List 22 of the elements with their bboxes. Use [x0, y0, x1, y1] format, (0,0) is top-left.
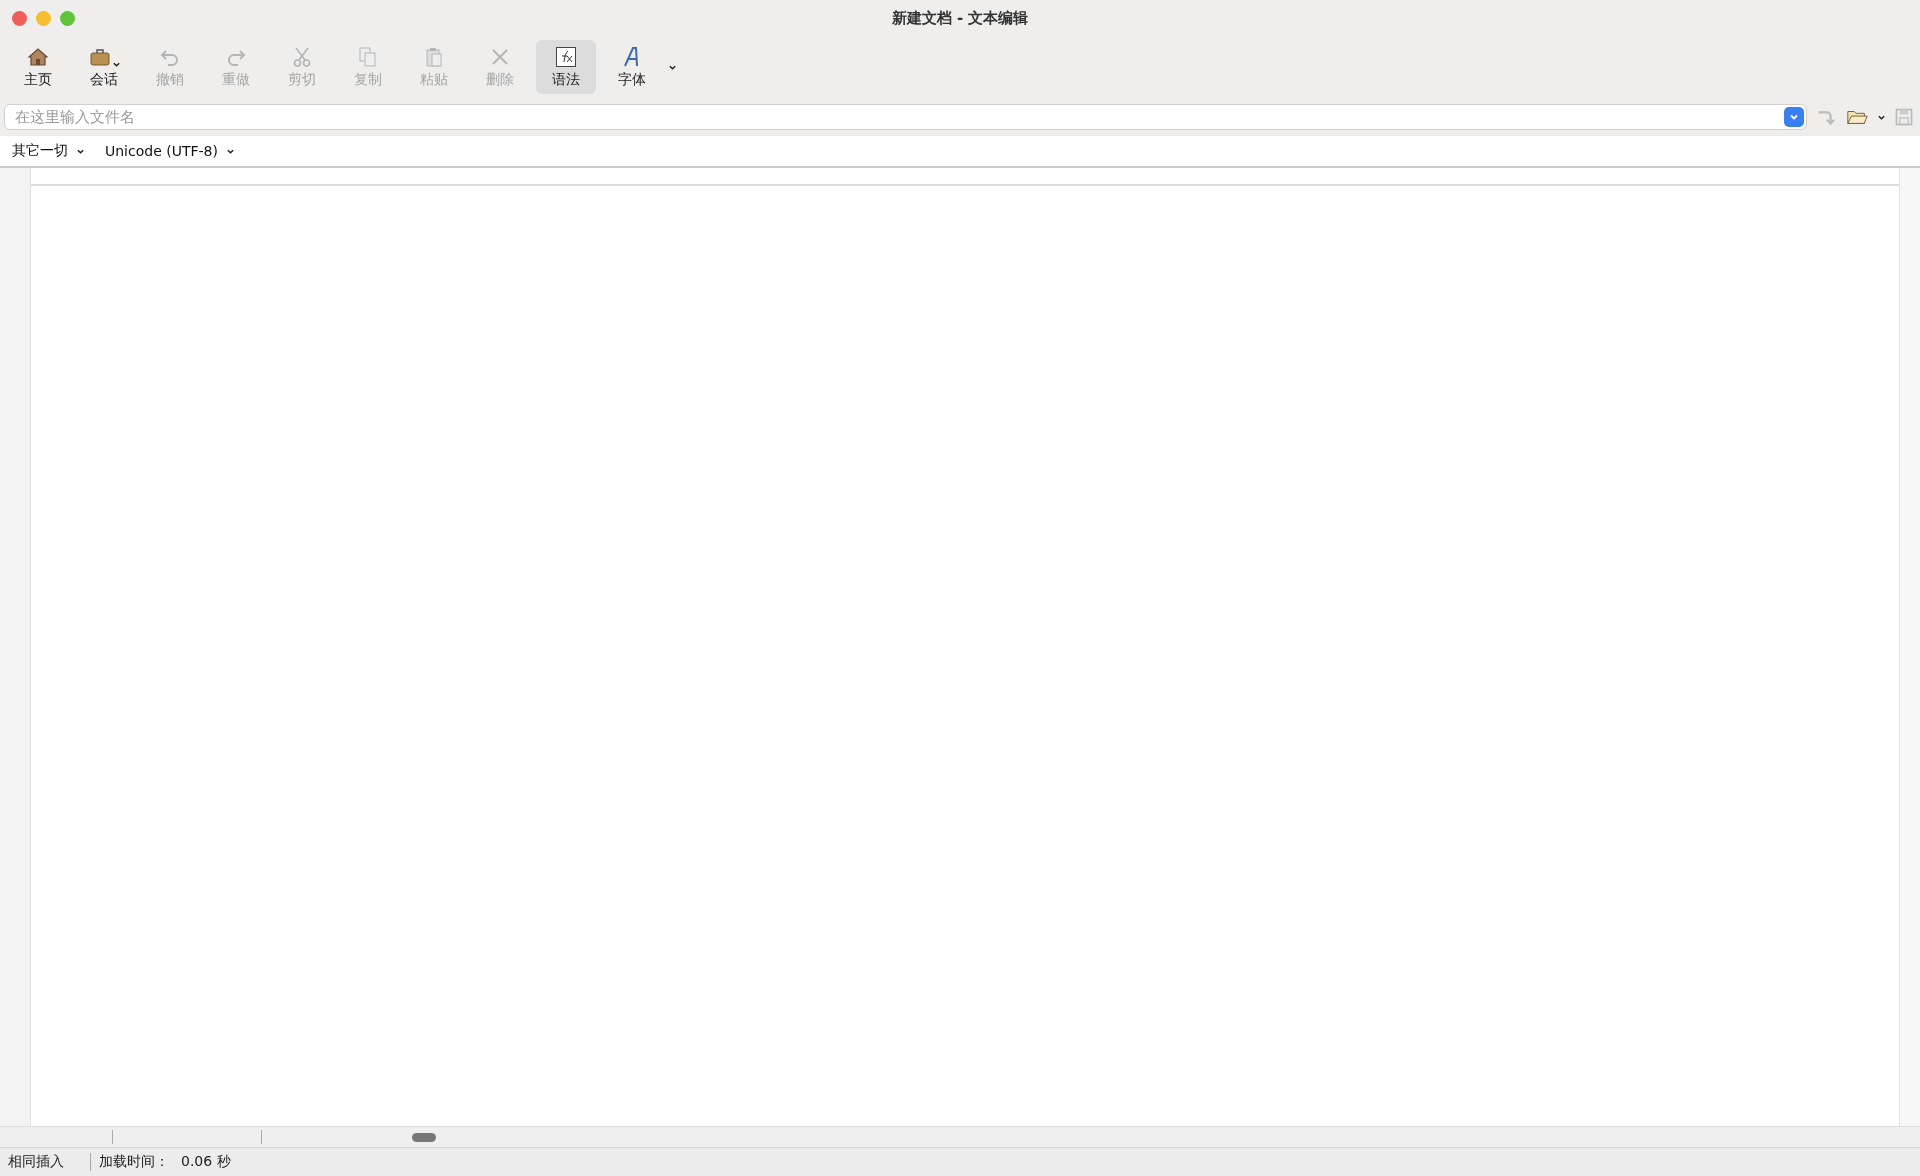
window-title: 新建文档 - 文本编辑: [891, 8, 1029, 27]
toolbar-button[interactable]: 主页: [8, 40, 68, 94]
save-icon[interactable]: [1894, 107, 1914, 127]
history-dropdown-button[interactable]: [1784, 107, 1804, 127]
zoom-button[interactable]: [60, 10, 75, 26]
load-time-label: 加载时间：: [98, 1153, 169, 1171]
caret-icon[interactable]: [111, 60, 121, 69]
toolbar-button[interactable]: 字体: [602, 40, 662, 94]
filename-field[interactable]: 在这里输入文件名: [15, 106, 1784, 128]
filename-combo-box[interactable]: 在这里输入文件名: [4, 104, 1807, 130]
minimize-button[interactable]: [36, 10, 51, 26]
chevron-down-icon: [1789, 112, 1799, 122]
insert-mode-label: 相同插入: [0, 1153, 91, 1171]
toolbar-button[interactable]: 语法: [536, 40, 596, 94]
toolbar-button[interactable]: 会话: [74, 40, 134, 94]
close-button[interactable]: [12, 10, 27, 26]
option-dropdown[interactable]: Unicode (UTF-8): [105, 143, 235, 159]
load-time-value: 0.06 秒: [180, 1153, 231, 1171]
option-dropdown[interactable]: 其它一切: [12, 142, 85, 160]
function-icon: [554, 45, 578, 69]
vertical-scrollbar[interactable]: [1899, 168, 1920, 1126]
scroll-thumb[interactable]: [412, 1132, 436, 1142]
